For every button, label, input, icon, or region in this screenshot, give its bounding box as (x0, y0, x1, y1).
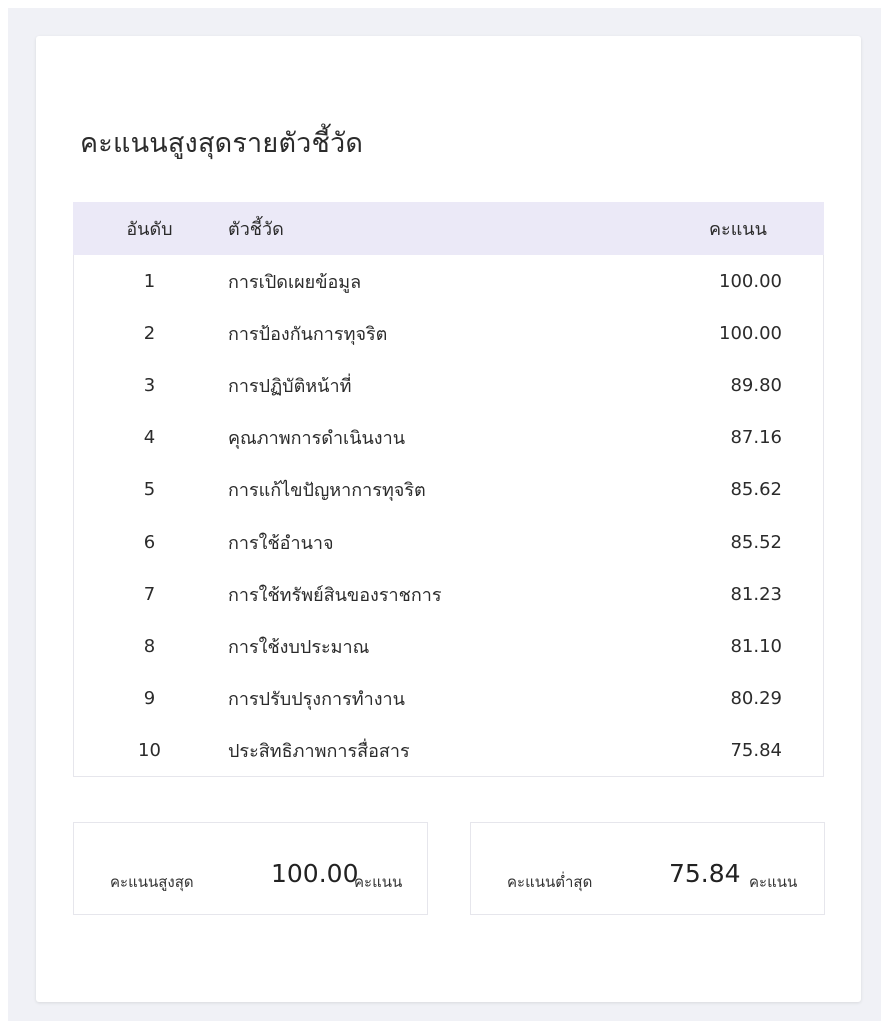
min-score-label: คะแนนต่ำสุด (507, 873, 593, 891)
indicator-table-container: อันดับ ตัวชี้วัด คะแนน 1 การเปิดเผยข้อมูล… (73, 202, 824, 777)
row-indicator: การป้องกันการทุจริต (228, 323, 388, 345)
row-score-cell: 81.10 (678, 620, 824, 672)
row-rank: 10 (138, 740, 161, 762)
row-rank: 3 (143, 374, 156, 396)
row-score-cell: 100.00 (678, 255, 824, 307)
card-title: คะแนนสูงสุดรายตัวชี้วัด (80, 128, 364, 159)
row-indicator: การใช้อำนาจ (228, 532, 334, 554)
row-indicator: การปฏิบัติหน้าที่ (228, 375, 352, 397)
indicator-score-card: คะแนนสูงสุดรายตัวชี้วัด อันดับ ตัวชี้วัด… (36, 36, 861, 1002)
row-indicator: การใช้งบประมาณ (228, 636, 370, 658)
row-rank: 4 (143, 427, 156, 449)
row-score-cell: 75.84 (678, 725, 824, 777)
table-row: 2 การป้องกันการทุจริต 100.00 (73, 307, 824, 359)
max-score-unit: คะแนน (354, 873, 403, 891)
row-indicator: การแก้ไขปัญหาการทุจริต (228, 480, 426, 502)
row-score: 75.84 (730, 740, 782, 762)
min-score-box: คะแนนต่ำสุด 75.84 คะแนน (470, 822, 825, 915)
min-score-unit: คะแนน (749, 873, 798, 891)
row-score: 85.52 (730, 531, 782, 553)
min-score-value: 75.84 (669, 859, 741, 888)
row-rank: 1 (143, 270, 156, 292)
row-score: 89.80 (730, 374, 782, 396)
row-indicator: การเปิดเผยข้อมูล (228, 271, 362, 293)
row-rank: 5 (143, 479, 156, 501)
max-score-value: 100.00 (271, 859, 359, 888)
row-score: 87.16 (730, 427, 782, 449)
table-row: 3 การปฏิบัติหน้าที่ 89.80 (73, 359, 824, 411)
table-row: 10 ประสิทธิภาพการสื่อสาร 75.84 (73, 725, 824, 777)
row-score-cell: 87.16 (678, 412, 824, 464)
table-row: 4 คุณภาพการดำเนินงาน 87.16 (73, 412, 824, 464)
row-score: 81.10 (730, 635, 782, 657)
table-row: 9 การปรับปรุงการทำงาน 80.29 (73, 673, 824, 725)
row-score: 100.00 (719, 270, 782, 292)
max-score-box: คะแนนสูงสุด 100.00 คะแนน (73, 822, 428, 915)
row-rank: 2 (143, 322, 156, 344)
row-score: 85.62 (730, 479, 782, 501)
row-rank: 7 (143, 583, 156, 605)
header-score: คะแนน (709, 219, 767, 240)
row-rank: 9 (143, 688, 156, 710)
row-score-cell: 85.62 (678, 464, 824, 516)
row-score-cell: 100.00 (678, 307, 824, 359)
table-header-row: อันดับ ตัวชี้วัด คะแนน (73, 202, 824, 255)
row-indicator: การปรับปรุงการทำงาน (228, 689, 405, 711)
row-score-cell: 85.52 (678, 516, 824, 568)
table-row: 5 การแก้ไขปัญหาการทุจริต 85.62 (73, 464, 824, 516)
row-score-cell: 89.80 (678, 359, 824, 411)
row-score: 80.29 (730, 688, 782, 710)
row-score: 100.00 (719, 322, 782, 344)
indicator-score-table: อันดับ ตัวชี้วัด คะแนน 1 การเปิดเผยข้อมูล… (73, 202, 824, 777)
table-row: 6 การใช้อำนาจ 85.52 (73, 516, 824, 568)
table-header: อันดับ ตัวชี้วัด คะแนน (73, 202, 824, 255)
header-indicator: ตัวชี้วัด (228, 219, 284, 240)
table-row: 8 การใช้งบประมาณ 81.10 (73, 620, 824, 672)
row-rank: 8 (143, 635, 156, 657)
row-indicator: ประสิทธิภาพการสื่อสาร (228, 741, 410, 763)
table-row: 7 การใช้ทรัพย์สินของราชการ 81.23 (73, 568, 824, 620)
row-score-cell: 80.29 (678, 673, 824, 725)
table-body: 1 การเปิดเผยข้อมูล 100.00 2 การป้องกันการทุจ… (73, 255, 824, 777)
row-indicator: คุณภาพการดำเนินงาน (228, 428, 406, 450)
max-score-label: คะแนนสูงสุด (110, 873, 194, 891)
row-indicator: การใช้ทรัพย์สินของราชการ (228, 584, 442, 606)
row-score: 81.23 (730, 583, 782, 605)
header-rank: อันดับ (126, 219, 173, 240)
row-rank: 6 (143, 531, 156, 553)
table-row: 1 การเปิดเผยข้อมูล 100.00 (73, 255, 824, 307)
row-score-cell: 81.23 (678, 568, 824, 620)
